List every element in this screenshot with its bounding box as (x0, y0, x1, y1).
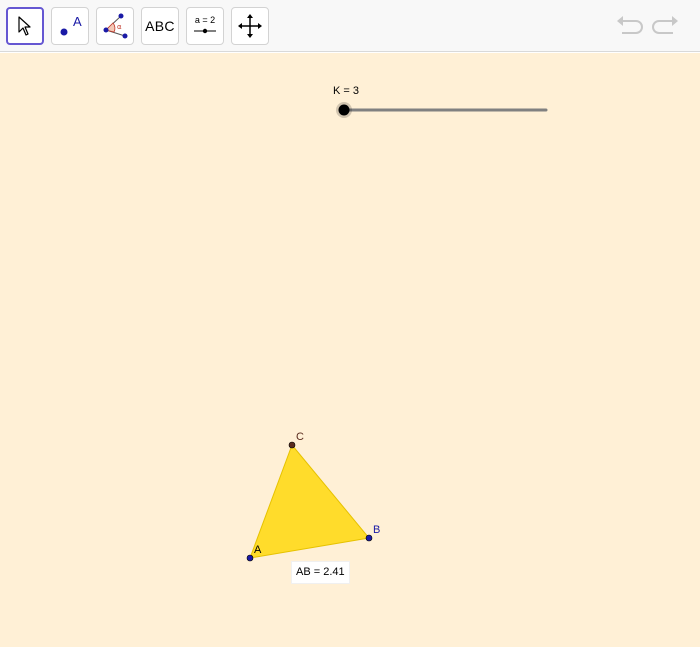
slider-knob[interactable] (338, 104, 350, 116)
tool-point[interactable]: A (51, 7, 89, 45)
point-c[interactable] (288, 441, 296, 449)
point-icon: A (56, 13, 84, 39)
undo-icon (613, 16, 645, 44)
point-b[interactable] (365, 534, 373, 542)
graphics-view[interactable]: A B C K = 3 AB = 2.41 (0, 53, 700, 647)
text-icon: ABC (145, 18, 175, 34)
angle-icon: α (100, 11, 130, 41)
redo-button[interactable] (650, 12, 682, 40)
point-a[interactable] (246, 554, 254, 562)
point-c-label: C (296, 431, 304, 443)
tool-text[interactable]: ABC (141, 7, 179, 45)
slider-icon: a = 2 (190, 11, 220, 41)
tool-slider[interactable]: a = 2 (186, 7, 224, 45)
toolbar: A α ABC a = 2 (0, 0, 700, 52)
point-icon-label: A (73, 14, 82, 29)
graphics-svg: A B C (246, 102, 548, 562)
point-b-label: B (373, 524, 380, 536)
tool-angle[interactable]: α (96, 7, 134, 45)
tool-move-graphics-view[interactable] (231, 7, 269, 45)
slider-icon-label: a = 2 (195, 15, 215, 25)
triangle-polygon[interactable] (249, 444, 370, 559)
cursor-arrow-icon (16, 15, 34, 37)
move-view-icon (237, 13, 263, 39)
ab-length-label: AB = 2.41 (291, 561, 350, 584)
redo-icon (650, 16, 682, 44)
angle-icon-label: α (117, 23, 122, 31)
tool-move[interactable] (6, 7, 44, 45)
undo-button[interactable] (613, 12, 645, 40)
slider-label: K = 3 (333, 85, 359, 97)
point-a-label: A (254, 544, 262, 556)
